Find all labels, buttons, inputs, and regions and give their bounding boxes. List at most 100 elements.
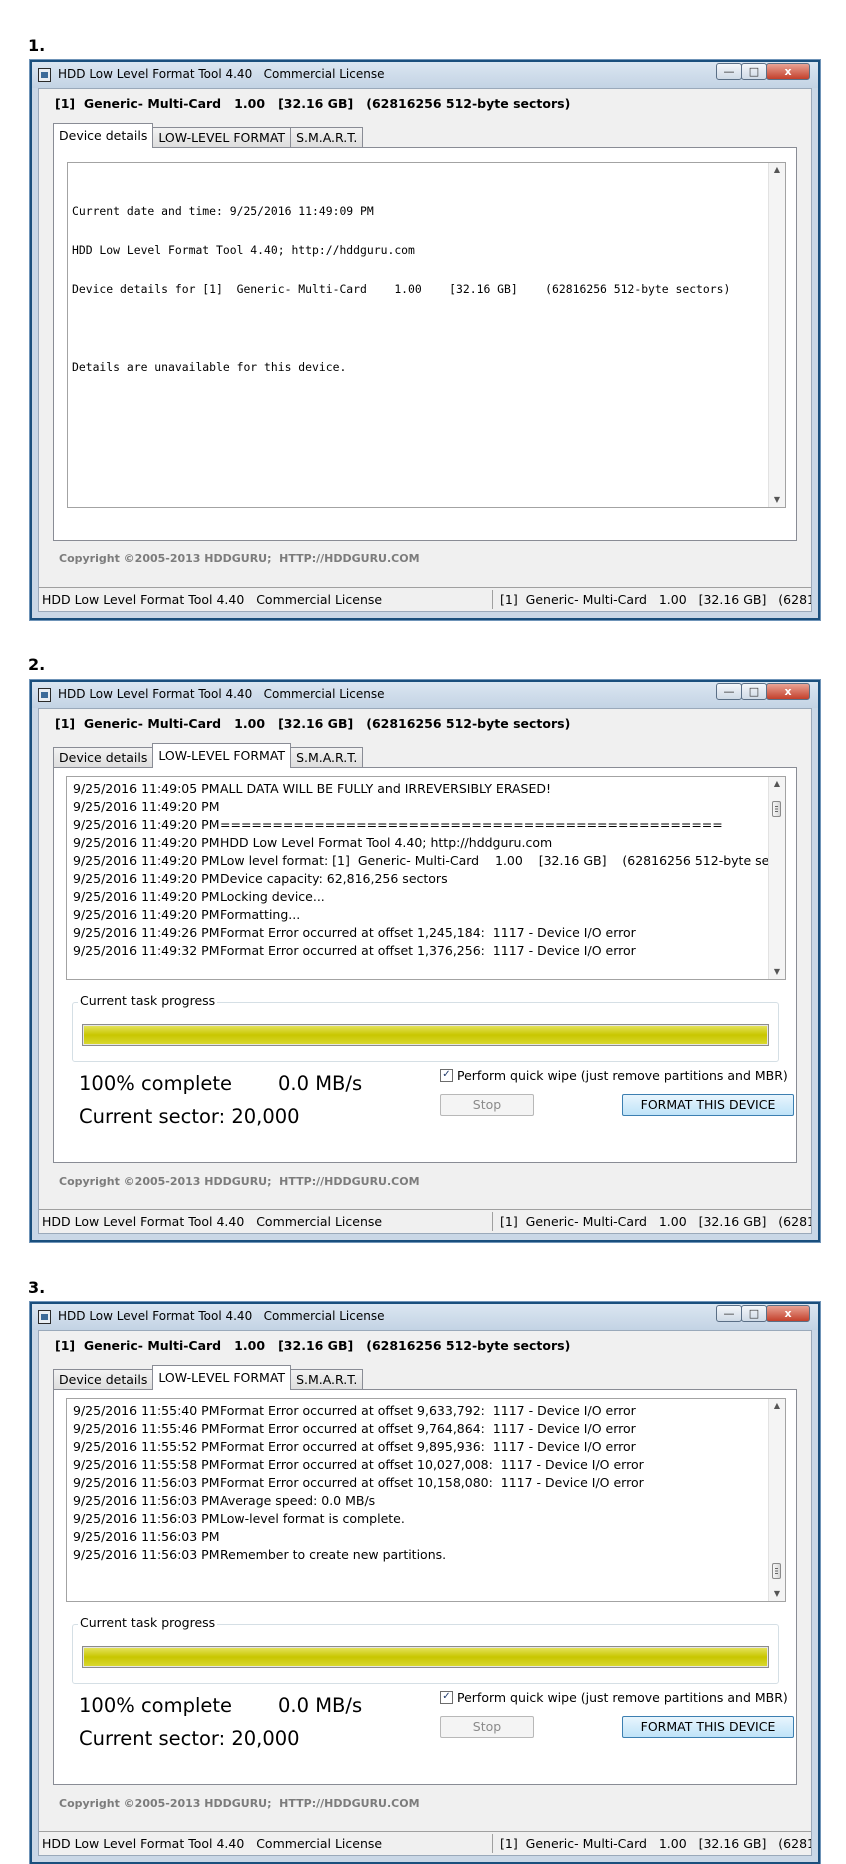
hdd-icon — [38, 68, 51, 82]
maximize-button[interactable]: □ — [741, 683, 767, 700]
minimize-icon: — — [723, 65, 735, 78]
progress-label: Current task progress — [78, 1615, 218, 1630]
status-bar: HDD Low Level Format Tool 4.40 Commercia… — [39, 587, 811, 611]
maximize-button[interactable]: □ — [741, 1305, 767, 1322]
status-app: HDD Low Level Format Tool 4.40 Commercia… — [42, 1214, 383, 1229]
scroll-down-icon[interactable]: ▼ — [769, 493, 785, 507]
tab-strip: Device details LOW-LEVEL FORMAT S.M.A.R.… — [53, 123, 364, 148]
format-device-button[interactable]: FORMAT THIS DEVICE — [622, 1716, 794, 1738]
title-bar[interactable]: HDD Low Level Format Tool 4.40 Commercia… — [32, 62, 818, 88]
scroll-thumb[interactable] — [772, 1563, 781, 1579]
copyright-text: Copyright ©2005-2013 HDDGURU; HTTP://HDD… — [59, 1175, 420, 1188]
format-log[interactable]: 9/25/2016 11:55:40 PM Format Error occurr… — [66, 1398, 786, 1602]
quick-wipe-checkbox[interactable]: ✓ Perform quick wipe (just remove partit… — [440, 1068, 788, 1083]
format-device-button[interactable]: FORMAT THIS DEVICE — [622, 1094, 794, 1116]
details-line: Current date and time: 9/25/2016 11:49:0… — [72, 204, 374, 218]
log-entry: 9/25/2016 11:55:46 PM Format Error occurr… — [73, 1421, 636, 1436]
app-window: HDD Low Level Format Tool 4.40 Commercia… — [30, 680, 820, 1242]
status-bar: HDD Low Level Format Tool 4.40 Commercia… — [39, 1831, 811, 1855]
log-entry: 9/25/2016 11:49:20 PM Locking device... — [73, 889, 325, 904]
tab-smart[interactable]: S.M.A.R.T. — [290, 747, 364, 768]
stop-button[interactable]: Stop — [440, 1094, 534, 1116]
close-button[interactable]: x — [766, 63, 810, 80]
tab-low-level-format[interactable]: LOW-LEVEL FORMAT — [152, 127, 292, 148]
close-icon: x — [784, 65, 792, 78]
progress-label: Current task progress — [78, 993, 218, 1008]
details-line: Details are unavailable for this device. — [72, 360, 347, 374]
tab-panel: Current date and time: 9/25/2016 11:49:0… — [53, 147, 797, 541]
window-title: HDD Low Level Format Tool 4.40 Commercia… — [58, 687, 385, 701]
quick-wipe-checkbox[interactable]: ✓ Perform quick wipe (just remove partit… — [440, 1690, 788, 1705]
tab-device-details[interactable]: Device details — [53, 1369, 154, 1390]
close-button[interactable]: x — [766, 683, 810, 700]
minimize-button[interactable]: — — [716, 683, 742, 700]
stop-button[interactable]: Stop — [440, 1716, 534, 1738]
minimize-button[interactable]: — — [716, 1305, 742, 1322]
device-details-box[interactable]: Current date and time: 9/25/2016 11:49:0… — [67, 162, 786, 508]
log-entry: 9/25/2016 11:56:03 PM Low-level format is… — [73, 1511, 405, 1526]
log-entry: 9/25/2016 11:56:03 PM Average speed: 0.0 … — [73, 1493, 376, 1508]
log-entry: 9/25/2016 11:49:20 PM Low level format: [… — [73, 853, 786, 868]
vertical-scrollbar[interactable]: ▲ ▼ — [768, 163, 785, 507]
scroll-up-icon[interactable]: ▲ — [769, 1399, 785, 1413]
percent-complete: 100% complete — [79, 1072, 233, 1095]
scroll-down-icon[interactable]: ▼ — [769, 1587, 785, 1601]
device-info: [1] Generic- Multi-Card 1.00 [32.16 GB] … — [55, 716, 571, 731]
tab-panel: 9/25/2016 11:55:40 PM Format Error occurr… — [53, 1389, 797, 1785]
log-entry: 9/25/2016 11:49:20 PM Formatting... — [73, 907, 301, 922]
scroll-up-icon[interactable]: ▲ — [769, 777, 785, 791]
copyright-text: Copyright ©2005-2013 HDDGURU; HTTP://HDD… — [59, 552, 420, 565]
log-entry: 9/25/2016 11:49:20 PM — [73, 799, 220, 814]
window-client: [1] Generic- Multi-Card 1.00 [32.16 GB] … — [38, 708, 812, 1234]
minimize-icon: — — [723, 1307, 735, 1320]
current-sector: Current sector: 20,000 — [79, 1105, 300, 1128]
format-log[interactable]: 9/25/2016 11:49:05 PM ALL DATA WILL BE FU… — [66, 776, 786, 980]
tab-low-level-format[interactable]: LOW-LEVEL FORMAT — [152, 743, 292, 768]
close-button[interactable]: x — [766, 1305, 810, 1322]
tab-smart[interactable]: S.M.A.R.T. — [290, 1369, 364, 1390]
status-device: [1] Generic- Multi-Card 1.00 [32.16 GB] … — [500, 592, 811, 607]
speed-readout: 0.0 MB/s — [278, 1694, 363, 1717]
minimize-button[interactable]: — — [716, 63, 742, 80]
maximize-icon: □ — [748, 685, 760, 698]
hdd-icon — [38, 1310, 51, 1324]
title-bar[interactable]: HDD Low Level Format Tool 4.40 Commercia… — [32, 682, 818, 708]
progress-fill — [84, 1648, 767, 1666]
current-sector: Current sector: 20,000 — [79, 1727, 300, 1750]
copyright-text: Copyright ©2005-2013 HDDGURU; HTTP://HDD… — [59, 1797, 420, 1810]
tab-device-details[interactable]: Device details — [53, 747, 154, 768]
vertical-scrollbar[interactable]: ▲ ▼ — [768, 777, 785, 979]
checkmark-icon[interactable]: ✓ — [440, 1069, 453, 1082]
maximize-button[interactable]: □ — [741, 63, 767, 80]
app-window: HDD Low Level Format Tool 4.40 Commercia… — [30, 1302, 820, 1864]
minimize-icon: — — [723, 685, 735, 698]
window-client: [1] Generic- Multi-Card 1.00 [32.16 GB] … — [38, 1330, 812, 1856]
window-title: HDD Low Level Format Tool 4.40 Commercia… — [58, 67, 385, 81]
scroll-down-icon[interactable]: ▼ — [769, 965, 785, 979]
tab-smart[interactable]: S.M.A.R.T. — [290, 127, 364, 148]
log-entry: 9/25/2016 11:49:20 PM Device capacity: 62… — [73, 871, 448, 886]
status-device: [1] Generic- Multi-Card 1.00 [32.16 GB] … — [500, 1836, 811, 1851]
tab-low-level-format[interactable]: LOW-LEVEL FORMAT — [152, 1365, 292, 1390]
log-entry: 9/25/2016 11:49:26 PM Format Error occurr… — [73, 925, 636, 940]
progress-group: Current task progress — [72, 993, 779, 1062]
scroll-up-icon[interactable]: ▲ — [769, 163, 785, 177]
progress-group: Current task progress — [72, 1615, 779, 1684]
tab-device-details[interactable]: Device details — [53, 123, 154, 148]
details-line — [72, 322, 730, 335]
quick-wipe-label: Perform quick wipe (just remove partitio… — [457, 1690, 788, 1705]
log-entry: 9/25/2016 11:55:58 PM Format Error occurr… — [73, 1457, 644, 1472]
scroll-thumb[interactable] — [772, 801, 781, 817]
step-number: 3. — [28, 1278, 46, 1297]
checkmark-icon[interactable]: ✓ — [440, 1691, 453, 1704]
status-app: HDD Low Level Format Tool 4.40 Commercia… — [42, 592, 383, 607]
vertical-scrollbar[interactable]: ▲ ▼ — [768, 1399, 785, 1601]
window-client: [1] Generic- Multi-Card 1.00 [32.16 GB] … — [38, 88, 812, 612]
log-entry: 9/25/2016 11:56:03 PM — [73, 1529, 220, 1544]
log-entry: 9/25/2016 11:56:03 PM Remember to create … — [73, 1547, 447, 1562]
details-line: Device details for [1] Generic- Multi-Ca… — [72, 282, 731, 296]
status-app: HDD Low Level Format Tool 4.40 Commercia… — [42, 1836, 383, 1851]
quick-wipe-label: Perform quick wipe (just remove partitio… — [457, 1068, 788, 1083]
title-bar[interactable]: HDD Low Level Format Tool 4.40 Commercia… — [32, 1304, 818, 1330]
close-icon: x — [784, 685, 792, 698]
